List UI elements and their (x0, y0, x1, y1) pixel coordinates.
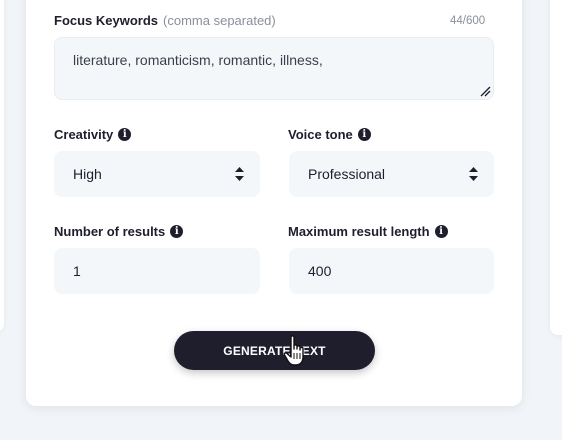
hand-cursor-icon (283, 335, 304, 366)
max-length-input[interactable]: 400 (289, 248, 494, 294)
creativity-value: High (73, 166, 102, 182)
voice-tone-label-text: Voice tone (288, 127, 353, 142)
generate-button-label: GENERATE TEXT (223, 343, 326, 358)
num-results-info-icon[interactable]: i (170, 225, 184, 238)
keywords-hint: (comma separated) (163, 13, 276, 28)
select-arrows-icon (469, 167, 478, 181)
creativity-select[interactable]: High (54, 151, 260, 197)
voice-tone-value: Professional (308, 166, 386, 182)
creativity-label-text: Creativity (54, 127, 114, 142)
max-length-label: Maximum result length i (288, 224, 448, 239)
num-results-label: Number of results i (54, 224, 184, 239)
keywords-char-counter: 44/600 (450, 15, 486, 27)
keywords-value: literature, romanticism, romantic, illne… (73, 52, 323, 68)
background-card-right (550, 0, 562, 335)
num-results-value: 1 (73, 263, 81, 279)
select-arrows-icon (235, 167, 244, 181)
background-card-left (0, 0, 4, 332)
creativity-info-icon[interactable]: i (118, 128, 132, 141)
max-length-label-text: Maximum result length (288, 224, 430, 239)
generate-text-button[interactable]: GENERATE TEXT (174, 331, 375, 370)
num-results-label-text: Number of results (54, 224, 166, 239)
voice-tone-info-icon[interactable]: i (357, 128, 371, 141)
creativity-label: Creativity i (54, 127, 132, 142)
keywords-label-text: Focus Keywords (54, 13, 159, 28)
num-results-input[interactable]: 1 (54, 248, 260, 294)
resize-handle-icon[interactable] (479, 85, 491, 97)
keywords-label: Focus Keywords (comma separated) (54, 13, 276, 28)
max-length-value: 400 (308, 263, 332, 279)
keywords-textarea[interactable]: literature, romanticism, romantic, illne… (54, 37, 494, 100)
max-length-info-icon[interactable]: i (434, 225, 448, 238)
voice-tone-select[interactable]: Professional (289, 151, 494, 197)
voice-tone-label: Voice tone i (288, 127, 371, 142)
